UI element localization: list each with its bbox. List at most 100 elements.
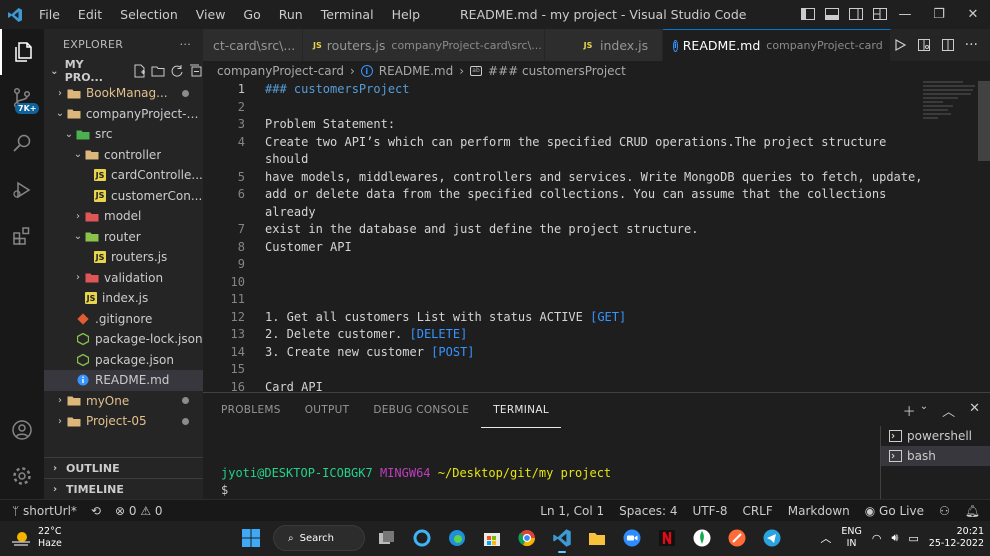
go-live-button[interactable]: ◉ Go Live (865, 504, 924, 518)
tab-output[interactable]: OUTPUT (293, 393, 362, 428)
notifications-bell-icon[interactable]: 🔔︎ (965, 504, 980, 518)
more-actions-icon[interactable]: ··· (965, 37, 978, 53)
language-mode[interactable]: Markdown (788, 504, 850, 518)
indentation[interactable]: Spaces: 4 (619, 504, 677, 518)
close-window-icon[interactable]: ✕ (956, 0, 990, 29)
collapse-all-icon[interactable] (189, 64, 203, 78)
cursor-position[interactable]: Ln 1, Col 1 (540, 504, 604, 518)
tree-item[interactable]: JS routers.js (44, 247, 203, 268)
tab-problems[interactable]: PROBLEMS (209, 393, 293, 428)
terminal-output[interactable]: jyoti@DESKTOP-ICOBGK7 MINGW64 ~/Desktop/… (221, 465, 611, 499)
tree-item[interactable]: › model (44, 206, 203, 227)
battery-icon[interactable]: ▭ (908, 532, 918, 545)
terminal-input-line[interactable]: $ (221, 482, 611, 499)
split-editor-icon[interactable] (941, 38, 955, 52)
new-folder-icon[interactable] (151, 64, 165, 78)
terminal-item-bash[interactable]: bash (881, 446, 990, 466)
tab-card-src[interactable]: ct-card\src\... (203, 29, 303, 61)
language-indicator[interactable]: ENG IN (841, 526, 861, 550)
netflix-icon[interactable] (654, 525, 680, 551)
vscode-taskbar-icon[interactable] (549, 525, 575, 553)
accounts-icon[interactable] (0, 407, 44, 453)
tree-item[interactable]: JS index.js (44, 288, 203, 309)
clock[interactable]: 20:21 25-12-2022 (929, 526, 984, 550)
menu-view[interactable]: View (187, 0, 235, 29)
menu-edit[interactable]: Edit (69, 0, 111, 29)
start-windows-icon[interactable] (238, 525, 264, 551)
feedback-icon[interactable]: ⚇ (939, 504, 950, 518)
breadcrumb-folder[interactable]: companyProject-card (217, 64, 344, 78)
problems-item[interactable]: ⊗ 0 ⚠ 0 (115, 504, 163, 518)
run-icon[interactable] (893, 38, 907, 52)
manage-gear-icon[interactable] (0, 453, 44, 499)
tree-item[interactable]: package.json (44, 350, 203, 371)
breadcrumb-symbol[interactable]: ### customersProject (488, 64, 626, 78)
terminal-item-powershell[interactable]: powershell (881, 426, 990, 446)
wifi-icon[interactable]: ◠ (872, 532, 882, 545)
menu-go[interactable]: Go (234, 0, 269, 29)
toggle-secondary-sidebar-icon[interactable] (848, 6, 864, 22)
cortana-icon[interactable] (409, 525, 435, 551)
tree-item[interactable]: › myOne (44, 391, 203, 412)
tree-item[interactable]: › validation (44, 268, 203, 289)
explorer-icon[interactable] (0, 29, 44, 75)
encoding[interactable]: UTF-8 (692, 504, 727, 518)
tree-item[interactable]: ⌄ controller (44, 145, 203, 166)
tree-item[interactable]: JS customerCon... (44, 186, 203, 207)
open-preview-icon[interactable] (917, 38, 931, 52)
refresh-icon[interactable] (170, 64, 184, 78)
taskbar-search[interactable]: ⌕ Search (273, 525, 365, 551)
tab-routers-js[interactable]: JS routers.js companyProject-card\src\..… (303, 29, 545, 61)
outline-section[interactable]: › OUTLINE (44, 457, 203, 478)
menu-run[interactable]: Run (270, 0, 312, 29)
branch-item[interactable]: ᛘ shortUrl* (12, 504, 77, 518)
chrome-icon[interactable] (514, 525, 540, 551)
source-control-icon[interactable]: 7K+ (0, 75, 44, 121)
weather-widget[interactable]: 22°C Haze (10, 526, 62, 550)
run-debug-icon[interactable] (0, 167, 44, 213)
edge-browser-icon[interactable] (444, 525, 470, 551)
tree-item[interactable]: › BookManag... (44, 83, 203, 104)
tree-item[interactable]: .gitignore (44, 309, 203, 330)
chevron-down-icon[interactable]: ⌄ (920, 401, 928, 420)
tree-item[interactable]: ⌄ router (44, 227, 203, 248)
code-editor[interactable]: 1 2 3 4 5 6 7 8 9 10 11 12 13 14 15 16 ### customersPro… (203, 81, 990, 392)
scrollbar-thumb[interactable] (978, 81, 990, 161)
new-file-icon[interactable] (132, 64, 146, 78)
tree-item[interactable]: › Project-05 (44, 411, 203, 432)
tab-index-js[interactable]: JS index.js (545, 29, 663, 61)
more-actions-icon[interactable]: ··· (180, 38, 191, 51)
end-of-line[interactable]: CRLF (742, 504, 772, 518)
tab-debug-console[interactable]: DEBUG CONSOLE (361, 393, 481, 428)
tab-terminal[interactable]: TERMINAL (481, 393, 561, 428)
menu-selection[interactable]: Selection (111, 0, 187, 29)
volume-icon[interactable]: 🔊︎ (891, 531, 898, 545)
tab-readme-md[interactable]: i README.md companyProject-card ✕ (663, 29, 891, 61)
minimize-icon[interactable]: — (888, 0, 922, 29)
postman-icon[interactable] (724, 525, 750, 551)
microsoft-store-icon[interactable] (479, 525, 505, 551)
search-icon[interactable] (0, 121, 44, 167)
zoom-icon[interactable] (619, 525, 645, 551)
tree-item[interactable]: JS cardControlle... (44, 165, 203, 186)
breadcrumb-file[interactable]: README.md (379, 64, 453, 78)
file-explorer-icon[interactable] (584, 525, 610, 551)
editor-scrollbar[interactable] (978, 81, 990, 392)
toggle-panel-icon[interactable] (824, 6, 840, 22)
restore-icon[interactable]: ❐ (922, 0, 956, 29)
menu-file[interactable]: File (30, 0, 69, 29)
tree-item[interactable]: package-lock.json (44, 329, 203, 350)
tree-item[interactable]: ⌄ companyProject-c... (44, 104, 203, 125)
mongodb-compass-icon[interactable] (689, 525, 715, 551)
tree-item[interactable]: README.md (44, 370, 203, 391)
timeline-section[interactable]: › TIMELINE (44, 478, 203, 499)
sync-icon[interactable]: ⟲ (91, 504, 101, 518)
workspace-section[interactable]: ⌄ MY PRO... (44, 58, 203, 84)
show-hidden-icons-icon[interactable]: ︿ (820, 530, 831, 546)
task-view-icon[interactable] (374, 525, 400, 551)
close-panel-icon[interactable]: ✕ (969, 401, 980, 420)
customize-layout-icon[interactable] (872, 6, 888, 22)
new-terminal-icon[interactable]: ＋ (903, 401, 916, 420)
maximize-panel-icon[interactable]: ︿ (942, 401, 955, 420)
code-content[interactable]: ### customersProject Problem Statement: Cr… (265, 81, 925, 392)
